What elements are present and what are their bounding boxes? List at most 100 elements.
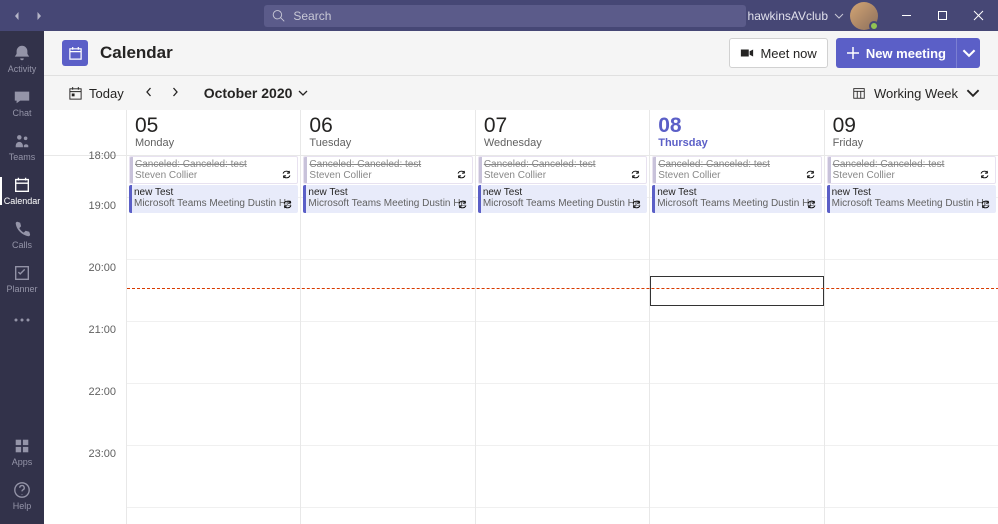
new-meeting-dropdown[interactable] (956, 38, 980, 68)
event-details: Microsoft Teams Meeting Dustin He (483, 198, 642, 209)
search-icon (272, 9, 285, 23)
day-name: Friday (833, 137, 990, 149)
avatar (850, 2, 878, 30)
rail-more[interactable] (13, 305, 31, 335)
event-meeting[interactable]: new TestMicrosoft Teams Meeting Dustin H… (652, 185, 821, 213)
rail-planner[interactable]: Planner (0, 257, 44, 301)
event-canceled[interactable]: Canceled: Canceled: testSteven Collier (129, 156, 298, 184)
event-title: Canceled: Canceled: test (484, 159, 641, 170)
close-button[interactable] (962, 0, 994, 31)
chevron-down-icon (834, 11, 844, 21)
day-body[interactable]: Canceled: Canceled: testSteven Collierne… (127, 156, 300, 508)
day-column[interactable]: 05MondayCanceled: Canceled: testSteven C… (126, 110, 300, 524)
history-forward[interactable] (28, 5, 50, 27)
event-details: Microsoft Teams Meeting Dustin He (657, 198, 816, 209)
event-title: Canceled: Canceled: test (658, 159, 815, 170)
video-icon (740, 46, 754, 60)
new-meeting-button[interactable]: New meeting (836, 38, 956, 68)
time-label: 19:00 (44, 198, 126, 260)
today-button[interactable]: Today (62, 82, 130, 105)
calendar-grid: 18:00 19:00 20:00 21:00 22:00 23:00 05Mo… (44, 110, 998, 524)
time-gutter: 18:00 19:00 20:00 21:00 22:00 23:00 (44, 110, 126, 524)
day-body[interactable]: Canceled: Canceled: testSteven Collierne… (301, 156, 474, 508)
recurring-icon (805, 169, 817, 181)
time-label: 21:00 (44, 322, 126, 384)
event-canceled[interactable]: Canceled: Canceled: testSteven Collier (478, 156, 647, 184)
rail-activity[interactable]: Activity (0, 37, 44, 81)
rail-chat[interactable]: Chat (0, 81, 44, 125)
event-organizer: Steven Collier (135, 170, 292, 181)
event-organizer: Steven Collier (484, 170, 641, 181)
event-title: Canceled: Canceled: test (309, 159, 466, 170)
day-body[interactable]: Canceled: Canceled: testSteven Collierne… (650, 156, 823, 508)
recurring-icon (456, 169, 468, 181)
event-title: Canceled: Canceled: test (135, 159, 292, 170)
event-title: new Test (134, 187, 293, 198)
time-label: 23:00 (44, 446, 126, 508)
page-title: Calendar (100, 43, 173, 63)
day-name: Monday (135, 137, 292, 149)
recurring-icon (457, 199, 469, 211)
event-details: Microsoft Teams Meeting Dustin He (308, 198, 467, 209)
day-header: 06Tuesday (301, 110, 474, 156)
recurring-icon (979, 169, 991, 181)
event-meeting[interactable]: new TestMicrosoft Teams Meeting Dustin H… (478, 185, 647, 213)
month-picker[interactable]: October 2020 (204, 85, 309, 101)
rail-help[interactable]: Help (0, 474, 44, 518)
event-title: new Test (832, 187, 991, 198)
event-details: Microsoft Teams Meeting Dustin He (832, 198, 991, 209)
day-name: Wednesday (484, 137, 641, 149)
selected-time-slot[interactable] (650, 276, 823, 306)
event-canceled[interactable]: Canceled: Canceled: testSteven Collier (652, 156, 821, 184)
account-name: hawkinsAVclub (748, 9, 828, 23)
event-organizer: Steven Collier (833, 170, 990, 181)
prev-week[interactable] (144, 86, 154, 100)
day-column[interactable]: 09FridayCanceled: Canceled: testSteven C… (824, 110, 998, 524)
day-column[interactable]: 07WednesdayCanceled: Canceled: testSteve… (475, 110, 649, 524)
minimize-button[interactable] (890, 0, 922, 31)
event-title: new Test (483, 187, 642, 198)
event-title: new Test (657, 187, 816, 198)
view-selector[interactable]: Working Week (852, 86, 980, 101)
event-meeting[interactable]: new TestMicrosoft Teams Meeting Dustin H… (129, 185, 298, 213)
history-back[interactable] (6, 5, 28, 27)
event-title: new Test (308, 187, 467, 198)
day-number: 08 (658, 114, 815, 137)
day-name: Tuesday (309, 137, 466, 149)
event-details: Microsoft Teams Meeting Dustin He (134, 198, 293, 209)
account-menu[interactable]: hawkinsAVclub (748, 2, 878, 30)
chevron-down-icon (966, 86, 980, 100)
recurring-icon (282, 199, 294, 211)
time-label: 18:00 (44, 150, 126, 192)
calendar-toolbar: Today October 2020 Working Week (44, 76, 998, 110)
event-canceled[interactable]: Canceled: Canceled: testSteven Collier (303, 156, 472, 184)
maximize-button[interactable] (926, 0, 958, 31)
day-body[interactable]: Canceled: Canceled: testSteven Collierne… (476, 156, 649, 508)
day-body[interactable]: Canceled: Canceled: testSteven Collierne… (825, 156, 998, 508)
search-box[interactable] (264, 5, 746, 27)
event-organizer: Steven Collier (309, 170, 466, 181)
calendar-app-icon (62, 40, 88, 66)
meet-now-button[interactable]: Meet now (729, 38, 827, 68)
search-input[interactable] (293, 9, 738, 23)
rail-calls[interactable]: Calls (0, 213, 44, 257)
calendar-today-icon (68, 86, 83, 101)
day-number: 07 (484, 114, 641, 137)
day-column[interactable]: 08ThursdayCanceled: Canceled: testSteven… (649, 110, 823, 524)
next-week[interactable] (170, 86, 180, 100)
day-header: 07Wednesday (476, 110, 649, 156)
event-meeting[interactable]: new TestMicrosoft Teams Meeting Dustin H… (303, 185, 472, 213)
chevron-down-icon (298, 88, 308, 98)
event-canceled[interactable]: Canceled: Canceled: testSteven Collier (827, 156, 996, 184)
event-meeting[interactable]: new TestMicrosoft Teams Meeting Dustin H… (827, 185, 996, 213)
recurring-icon (980, 199, 992, 211)
chevron-down-icon (962, 46, 976, 60)
plus-icon (846, 46, 860, 60)
day-column[interactable]: 06TuesdayCanceled: Canceled: testSteven … (300, 110, 474, 524)
rail-calendar[interactable]: Calendar (0, 169, 44, 213)
rail-apps[interactable]: Apps (0, 430, 44, 474)
recurring-icon (630, 169, 642, 181)
page-header: Calendar Meet now New meeting (44, 31, 998, 76)
recurring-icon (806, 199, 818, 211)
rail-teams[interactable]: Teams (0, 125, 44, 169)
